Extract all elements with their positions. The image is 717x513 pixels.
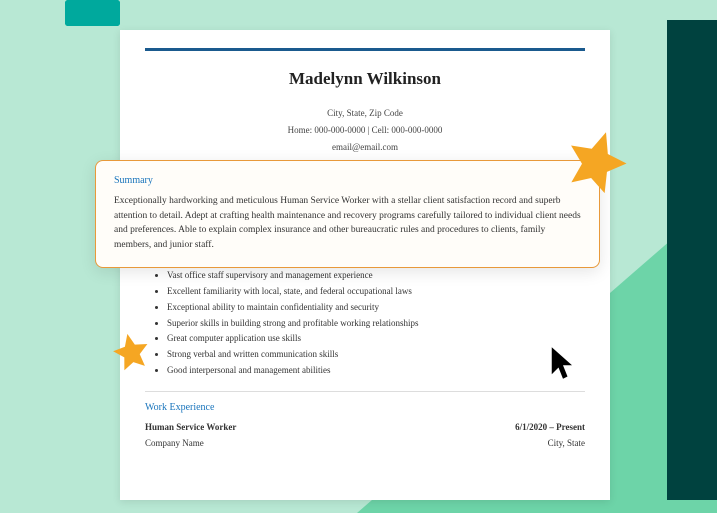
work-position-row: Human Service Worker 6/1/2020 – Present — [145, 419, 585, 435]
work-position: Human Service Worker — [145, 419, 236, 435]
highlight-item: Vast office staff supervisory and manage… — [167, 268, 585, 284]
highlight-item: Excellent familiarity with local, state,… — [167, 284, 585, 300]
highlight-item: Great computer application use skills — [167, 331, 585, 347]
work-company-row: Company Name City, State — [145, 435, 585, 451]
summary-callout: Summary Exceptionally hardworking and me… — [95, 160, 600, 268]
highlight-item: Superior skills in building strong and p… — [167, 316, 585, 332]
contact-email: email@email.com — [145, 139, 585, 156]
contact-phones: Home: 000-000-0000 | Cell: 000-000-0000 — [145, 122, 585, 139]
highlights-list: Vast office staff supervisory and manage… — [145, 268, 585, 378]
contact-block: City, State, Zip Code Home: 000-000-0000… — [145, 105, 585, 156]
work-location: City, State — [548, 435, 585, 451]
highlights-section: Highlights Vast office staff supervisory… — [145, 251, 585, 378]
work-company: Company Name — [145, 435, 204, 451]
contact-address: City, State, Zip Code — [145, 105, 585, 122]
cursor-icon — [549, 345, 577, 381]
top-rule — [145, 48, 585, 51]
background-dark-block — [667, 20, 717, 500]
star-icon — [562, 125, 632, 195]
resume-name: Madelynn Wilkinson — [145, 69, 585, 89]
star-icon — [110, 330, 152, 372]
highlight-item: Strong verbal and written communication … — [167, 347, 585, 363]
work-title: Work Experience — [145, 402, 585, 413]
highlight-item: Good interpersonal and management abilit… — [167, 363, 585, 379]
summary-title: Summary — [114, 175, 581, 186]
work-experience-section: Work Experience Human Service Worker 6/1… — [145, 402, 585, 451]
section-divider — [145, 391, 585, 392]
highlight-item: Exceptional ability to maintain confiden… — [167, 300, 585, 316]
work-dates: 6/1/2020 – Present — [515, 419, 585, 435]
decorative-tab — [65, 0, 120, 26]
summary-text: Exceptionally hardworking and meticulous… — [114, 194, 581, 253]
